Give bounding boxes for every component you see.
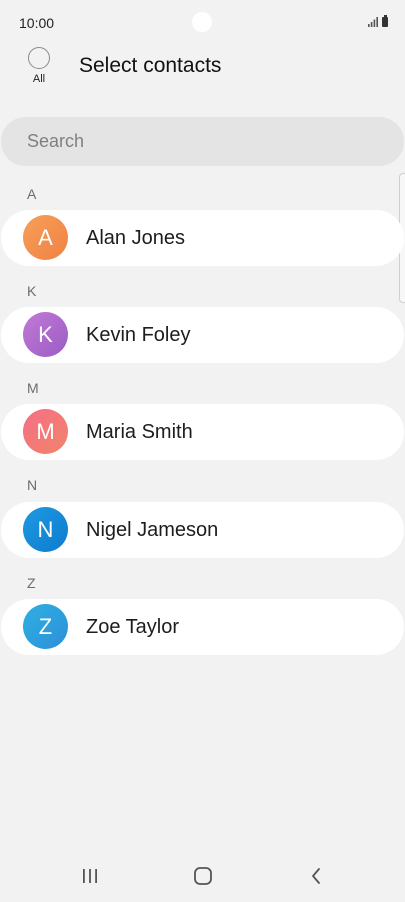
header: All Select contacts — [0, 44, 405, 94]
contact-row-alan-jones[interactable]: A Alan Jones — [1, 210, 404, 266]
signal-icon — [368, 17, 378, 27]
contact-row-nigel-jameson[interactable]: N Nigel Jameson — [1, 502, 404, 558]
contact-name: Alan Jones — [86, 227, 185, 249]
contact-name: Zoe Taylor — [86, 616, 180, 638]
status-icons — [368, 15, 388, 27]
contact-name: Nigel Jameson — [86, 519, 219, 541]
contact-row-kevin-foley[interactable]: K Kevin Foley — [1, 307, 404, 363]
back-icon — [312, 868, 320, 884]
contact-row-maria-smith[interactable]: M Maria Smith — [1, 404, 404, 460]
avatar: K — [23, 312, 68, 357]
avatar: N — [23, 507, 68, 552]
recents-button[interactable] — [70, 862, 110, 890]
battery-icon — [382, 15, 388, 27]
contact-name: Maria Smith — [86, 421, 193, 443]
section-header-n: N — [27, 477, 38, 493]
select-all-label: All — [32, 73, 46, 85]
front-camera — [192, 12, 212, 32]
avatar: A — [23, 215, 68, 260]
search-input[interactable]: Search — [1, 117, 404, 166]
avatar: M — [23, 409, 68, 454]
status-time: 10:00 — [19, 15, 55, 31]
contact-row-zoe-taylor[interactable]: Z Zoe Taylor — [1, 599, 404, 655]
navigation-bar — [0, 848, 405, 902]
section-header-a: A — [27, 186, 37, 202]
home-icon — [194, 867, 212, 885]
back-button[interactable] — [296, 862, 336, 890]
avatar: Z — [23, 604, 68, 649]
section-header-m: M — [27, 380, 39, 396]
home-button[interactable] — [183, 862, 223, 890]
section-header-z: Z — [27, 575, 36, 591]
recents-icon — [83, 869, 97, 883]
section-header-k: K — [27, 283, 37, 299]
search-placeholder: Search — [27, 131, 85, 151]
select-all-circle-icon[interactable] — [28, 47, 50, 69]
status-bar: 10:00 — [0, 0, 405, 44]
contact-name: Kevin Foley — [86, 324, 191, 346]
select-all-checkbox[interactable]: All — [26, 47, 52, 85]
page-title: Select contacts — [79, 54, 222, 77]
